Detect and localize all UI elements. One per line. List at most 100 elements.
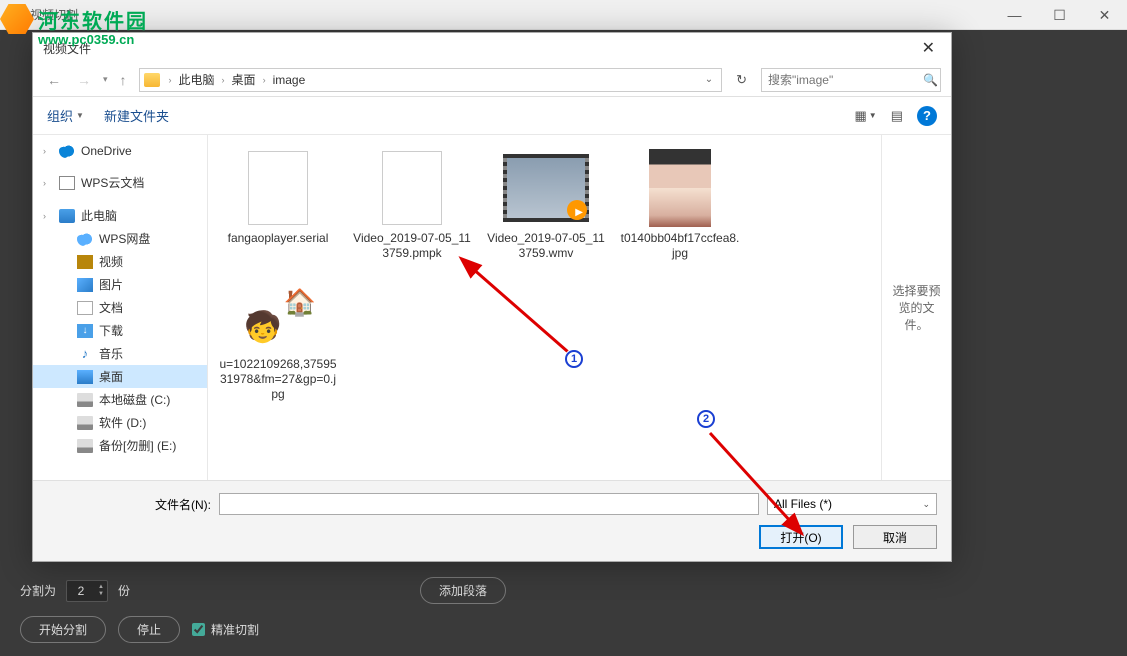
main-titlebar: 视频切割 — ☐ ✕ [0,0,1127,30]
sidebar-item-label: OneDrive [81,144,132,158]
window-controls: — ☐ ✕ [992,0,1127,30]
sidebar-item[interactable]: ›WPS云文档 [33,171,207,194]
help-button[interactable]: ? [917,106,937,126]
sidebar-item[interactable]: ♪音乐 [33,342,207,365]
chevron-right-icon: › [219,75,228,85]
ic-cloud-icon [59,144,75,158]
sidebar-item-label: 下载 [99,322,123,339]
ic-disk-icon [77,393,93,407]
add-segment-button[interactable]: 添加段落 [420,577,506,604]
ic-dl-icon [77,324,93,338]
ic-disk-icon [77,439,93,453]
preview-pane: 选择要预览的文件。 [881,135,951,480]
organize-menu[interactable]: 组织 ▼ [47,106,84,125]
breadcrumb-part[interactable]: image [271,72,308,88]
nav-history-dropdown[interactable]: ▾ [103,74,108,85]
folder-icon [144,73,160,87]
breadcrumb-part[interactable]: 桌面 [230,70,258,89]
spinner-up-icon[interactable]: ▲ [95,584,107,591]
sidebar-item[interactable]: › 此电脑 [33,204,207,227]
address-dropdown-icon[interactable]: ⌄ [701,74,717,85]
file-item[interactable]: fangaoplayer.serial [214,143,342,267]
bottom-bar: 分割为 ▲ ▼ 份 添加段落 开始分割 停止 精准切割 [0,561,1127,656]
nav-back-button[interactable]: ← [43,70,65,90]
spinner-down-icon[interactable]: ▼ [95,591,107,598]
cancel-button[interactable]: 取消 [853,525,937,549]
file-label: u=1022109268,3759531978&fm=27&gp=0.jpg [218,357,338,402]
sidebar[interactable]: › OneDrive ›WPS云文档 › 此电脑 WPS网盘视频图片文档下载 ♪音乐桌面本地… [33,135,208,480]
file-thumbnail [364,149,460,227]
sidebar-item-label: 软件 (D:) [99,414,146,431]
toolbar: 组织 ▼ 新建文件夹 ▦▼ ▤ ? [33,97,951,135]
sidebar-item-label: WPS云文档 [81,174,144,191]
maximize-button[interactable]: ☐ [1037,0,1082,30]
file-item[interactable]: u=1022109268,3759531978&fm=27&gp=0.jpg [214,269,342,408]
dialog-bottom: 文件名(N): All Files (*) ⌄ 打开(O) 取消 [33,480,951,561]
sidebar-item-label: WPS网盘 [99,230,150,247]
file-thumbnail [230,275,326,353]
sidebar-item[interactable]: 备份[勿删] (E:) [33,434,207,457]
address-bar[interactable]: › 此电脑 › 桌面 › image ⌄ [139,68,723,92]
chevron-right-icon: › [43,211,46,221]
search-box[interactable]: 🔍 [761,68,941,92]
newfolder-label: 新建文件夹 [104,106,169,125]
sidebar-item-label: 文档 [99,299,123,316]
view-preview-button[interactable]: ▤ [891,108,903,124]
sidebar-item[interactable]: 视频 [33,250,207,273]
view-icons-button[interactable]: ▦▼ [854,108,876,124]
ic-video-icon [77,255,93,269]
sidebar-item[interactable]: 软件 (D:) [33,411,207,434]
file-label: Video_2019-07-05_113759.pmpk [352,231,472,261]
filename-label: 文件名(N): [155,496,211,513]
split-input[interactable] [67,581,95,601]
file-item[interactable]: Video_2019-07-05_113759.pmpk [348,143,476,267]
filename-input[interactable] [219,493,759,515]
file-grid[interactable]: fangaoplayer.serial Video_2019-07-05_1137… [208,135,881,480]
open-button[interactable]: 打开(O) [759,525,843,549]
precise-cut-checkbox[interactable]: 精准切割 [192,621,259,638]
new-folder-button[interactable]: 新建文件夹 [104,106,169,125]
main-title: 视频切割 [30,6,78,23]
chevron-right-icon: › [166,75,175,85]
sidebar-item[interactable]: 文档 [33,296,207,319]
precise-checkbox-input[interactable] [192,623,205,636]
breadcrumb-part[interactable]: 此电脑 [177,70,217,89]
search-icon[interactable]: 🔍 [923,73,938,87]
nav-bar: ← → ▾ ↑ › 此电脑 › 桌面 › image ⌄ ↻ 🔍 [33,63,951,97]
dialog-body: › OneDrive ›WPS云文档 › 此电脑 WPS网盘视频图片文档下载 ♪音乐桌面本地… [33,135,951,480]
close-button[interactable]: ✕ [1082,0,1127,30]
organize-label: 组织 [47,106,73,125]
minimize-button[interactable]: — [992,0,1037,30]
refresh-button[interactable]: ↻ [730,70,753,90]
sidebar-item-label: 此电脑 [81,207,117,224]
file-item[interactable]: t0140bb04bf17ccfea8.jpg [616,143,744,267]
split-unit: 份 [118,582,130,599]
start-split-button[interactable]: 开始分割 [20,616,106,643]
file-label: Video_2019-07-05_113759.wmv [486,231,606,261]
chevron-right-icon: › [43,146,46,156]
filetype-select[interactable]: All Files (*) ⌄ [767,493,937,515]
file-label: fangaoplayer.serial [228,231,329,246]
sidebar-item[interactable]: 本地磁盘 (C:) [33,388,207,411]
stop-button[interactable]: 停止 [118,616,180,643]
app-icon [8,7,24,23]
sidebar-item[interactable]: 图片 [33,273,207,296]
nav-up-button[interactable]: ↑ [116,70,131,90]
search-input[interactable] [768,73,923,87]
sidebar-item[interactable]: WPS网盘 [33,227,207,250]
split-spinner[interactable]: ▲ ▼ [66,580,108,602]
split-label: 分割为 [20,582,56,599]
sidebar-item[interactable]: 下载 [33,319,207,342]
ic-doc-icon [59,176,75,190]
ic-pic-icon [77,278,93,292]
chevron-right-icon: › [260,75,269,85]
file-item[interactable]: Video_2019-07-05_113759.wmv [482,143,610,267]
nav-forward-button[interactable]: → [73,70,95,90]
sidebar-item-label: 备份[勿删] (E:) [99,437,176,454]
sidebar-item[interactable]: › OneDrive [33,141,207,161]
precise-label: 精准切割 [211,621,259,638]
dialog-close-button[interactable]: ✕ [916,38,941,58]
sidebar-item[interactable]: 桌面 [33,365,207,388]
sidebar-item-label: 本地磁盘 (C:) [99,391,170,408]
ic-disk-icon [77,416,93,430]
